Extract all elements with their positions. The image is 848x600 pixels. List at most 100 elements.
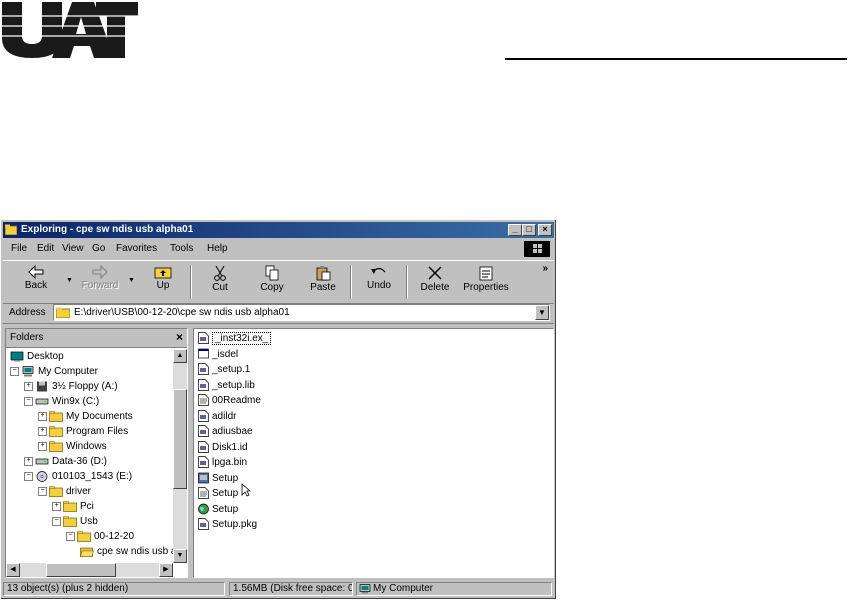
address-dropdown-button[interactable]: ▼ bbox=[535, 305, 549, 320]
file-item[interactable]: adiusbae bbox=[198, 424, 253, 439]
minimize-button[interactable]: _ bbox=[508, 224, 522, 236]
expand-plus-icon[interactable]: + bbox=[24, 381, 33, 391]
menu-tools[interactable]: Tools bbox=[170, 243, 193, 254]
tree-item-label: Data-36 (D:) bbox=[52, 456, 108, 467]
tree-item[interactable]: + My Documents bbox=[38, 409, 133, 424]
windows-logo-icon bbox=[524, 241, 550, 257]
collapse-minus-icon[interactable]: − bbox=[66, 531, 75, 541]
menu-help[interactable]: Help bbox=[207, 243, 228, 254]
collapse-minus-icon[interactable]: − bbox=[52, 516, 61, 526]
folder-icon bbox=[49, 426, 63, 437]
tree-item-label: Windows bbox=[66, 441, 107, 452]
tree-item[interactable]: + Windows bbox=[38, 439, 107, 454]
scroll-thumb[interactable] bbox=[46, 563, 116, 577]
forward-button[interactable]: Forward bbox=[77, 263, 123, 301]
folders-pane: Folders × Desktop − My Computer +3½ Floppy … bbox=[5, 328, 188, 578]
maximize-button[interactable]: □ bbox=[522, 224, 536, 236]
collapse-minus-icon[interactable]: − bbox=[24, 396, 33, 406]
folders-vertical-scrollbar[interactable]: ▲ ▼ bbox=[173, 349, 187, 563]
file-item[interactable]: Setup bbox=[198, 502, 238, 517]
folders-horizontal-scrollbar[interactable]: ◀ ▶ bbox=[6, 563, 173, 577]
globe-icon bbox=[198, 503, 209, 515]
expand-plus-icon[interactable]: + bbox=[38, 411, 47, 421]
delete-label: Delete bbox=[420, 282, 450, 293]
menu-edit[interactable]: Edit bbox=[37, 243, 54, 254]
tree-item-label: Desktop bbox=[27, 351, 64, 362]
menu-view[interactable]: View bbox=[62, 243, 84, 254]
expand-plus-icon[interactable]: + bbox=[24, 456, 33, 466]
open-folder-icon bbox=[80, 546, 94, 557]
expand-plus-icon[interactable]: + bbox=[52, 501, 61, 511]
scroll-left-arrow-icon[interactable]: ◀ bbox=[6, 563, 20, 577]
folders-header: Folders × bbox=[6, 329, 187, 348]
header-rule bbox=[505, 58, 847, 60]
tree-item[interactable]: − Usb bbox=[52, 514, 98, 529]
menu-favorites[interactable]: Favorites bbox=[116, 243, 157, 254]
forward-dropdown-icon[interactable]: ▼ bbox=[128, 277, 135, 284]
back-dropdown-icon[interactable]: ▼ bbox=[66, 277, 73, 284]
tree-item-label: Pci bbox=[80, 501, 94, 512]
delete-x-icon bbox=[428, 266, 442, 280]
scroll-thumb[interactable] bbox=[173, 389, 187, 489]
tree-item[interactable]: − 010103_1543 (E:) bbox=[24, 469, 132, 484]
close-button[interactable]: × bbox=[538, 224, 552, 236]
file-item[interactable]: Disk1.id bbox=[198, 440, 248, 455]
file-name: lpga.bin bbox=[212, 457, 248, 468]
file-item[interactable]: adildr bbox=[198, 409, 236, 424]
collapse-minus-icon[interactable]: − bbox=[24, 471, 33, 481]
file-item[interactable]: 00Readme bbox=[198, 393, 261, 408]
toolbar-more-chevron[interactable]: » bbox=[542, 263, 548, 274]
tree-item[interactable]: + Data-36 (D:) bbox=[24, 454, 107, 469]
drive-icon bbox=[35, 456, 49, 467]
tree-item[interactable]: + Pci bbox=[52, 499, 94, 514]
mouse-pointer-icon bbox=[241, 483, 251, 497]
menu-go[interactable]: Go bbox=[92, 243, 105, 254]
address-input[interactable]: E:\driver\USB\00-12-20\cpe sw ndis usb a… bbox=[53, 304, 550, 321]
folder-icon bbox=[49, 441, 63, 452]
tree-item[interactable]: − My Computer bbox=[10, 364, 98, 379]
collapse-minus-icon[interactable]: − bbox=[38, 486, 47, 496]
window-title: Exploring - cpe sw ndis usb alpha01 bbox=[21, 224, 194, 235]
folders-close-icon[interactable]: × bbox=[176, 330, 183, 344]
file-item[interactable]: Setup.pkg bbox=[198, 517, 257, 532]
back-button[interactable]: Back bbox=[13, 263, 59, 301]
expand-plus-icon[interactable]: + bbox=[38, 441, 47, 451]
undo-button[interactable]: Undo bbox=[356, 263, 402, 301]
text-icon bbox=[198, 394, 209, 407]
file-item[interactable]: _isdel bbox=[198, 347, 238, 362]
address-label: Address bbox=[9, 307, 46, 318]
copy-icon bbox=[265, 265, 279, 281]
tree-item[interactable]: − driver bbox=[38, 484, 91, 499]
scroll-right-arrow-icon[interactable]: ▶ bbox=[159, 563, 173, 577]
file-item[interactable]: _setup.lib bbox=[198, 378, 255, 393]
menu-file[interactable]: File bbox=[11, 243, 27, 254]
scroll-down-arrow-icon[interactable]: ▼ bbox=[173, 549, 187, 563]
status-bar: 13 object(s) (plus 2 hidden) 1.56MB (Dis… bbox=[3, 581, 554, 597]
folder-icon bbox=[49, 486, 63, 497]
tree-item[interactable]: − 00-12-20 bbox=[66, 529, 134, 544]
collapse-minus-icon[interactable]: − bbox=[10, 366, 19, 376]
properties-button[interactable]: Properties bbox=[460, 263, 512, 301]
up-button[interactable]: Up bbox=[140, 263, 186, 301]
cut-button[interactable]: Cut bbox=[197, 263, 243, 301]
folder-icon bbox=[56, 307, 70, 318]
file-name: _setup.lib bbox=[212, 379, 255, 391]
file-item[interactable]: _inst32i.ex_ bbox=[198, 331, 272, 346]
tree-item[interactable]: Desktop bbox=[10, 349, 64, 364]
tree-item[interactable]: cpe sw ndis usb alpha01 bbox=[80, 544, 173, 559]
paste-button[interactable]: Paste bbox=[300, 263, 346, 301]
file-item[interactable]: Setup bbox=[198, 486, 238, 501]
tree-item-label: Win9x (C:) bbox=[52, 396, 100, 407]
file-item[interactable]: _setup.1 bbox=[198, 362, 250, 377]
file-item[interactable]: lpga.bin bbox=[198, 455, 247, 470]
tree-item[interactable]: + Program Files bbox=[38, 424, 128, 439]
title-bar[interactable]: Exploring - cpe sw ndis usb alpha01 _ □ … bbox=[3, 222, 554, 238]
expand-plus-icon[interactable]: + bbox=[38, 426, 47, 436]
delete-button[interactable]: Delete bbox=[412, 263, 458, 301]
setup-icon bbox=[198, 472, 209, 484]
file-item[interactable]: Setup bbox=[198, 471, 238, 486]
tree-item[interactable]: − Win9x (C:) bbox=[24, 394, 99, 409]
scroll-up-arrow-icon[interactable]: ▲ bbox=[173, 349, 187, 363]
tree-item[interactable]: +3½ Floppy (A:) bbox=[24, 379, 118, 394]
copy-button[interactable]: Copy bbox=[249, 263, 295, 301]
